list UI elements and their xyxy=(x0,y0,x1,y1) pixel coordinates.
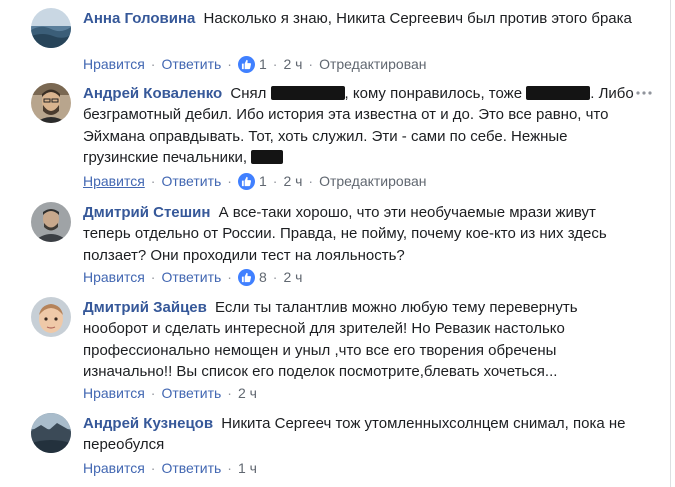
comment-text: , кому понравилось, тоже xyxy=(344,85,523,102)
separator: · xyxy=(272,269,278,285)
comment-body: Дмитрий Стешин А все-таки хорошо, что эт… xyxy=(83,202,643,266)
separator: · xyxy=(227,385,232,401)
like-button[interactable]: Нравится xyxy=(83,460,145,476)
comment-actions: Нравится · Ответить · 1 · 2 ч · Отредактирован xyxy=(83,172,427,190)
separator: · xyxy=(150,385,156,401)
thumbs-up-icon[interactable] xyxy=(237,56,255,73)
like-button[interactable]: Нравится xyxy=(83,173,145,189)
avatar[interactable] xyxy=(31,8,71,48)
separator: · xyxy=(227,173,232,189)
comment-body: Дмитрий Зайцев Если ты талантлив можно л… xyxy=(83,297,643,382)
avatar-image xyxy=(31,83,71,123)
separator: · xyxy=(308,173,314,189)
timestamp[interactable]: 2 ч xyxy=(283,173,302,189)
reply-button[interactable]: Ответить xyxy=(161,269,221,285)
comment-actions: Нравится · Ответить · 2 ч xyxy=(83,384,257,402)
separator: · xyxy=(150,460,156,476)
comment-actions: Нравится · Ответить · 8 · 2 ч xyxy=(83,268,302,286)
like-button[interactable]: Нравится xyxy=(83,385,145,401)
reply-button[interactable]: Ответить xyxy=(161,460,221,476)
avatar[interactable] xyxy=(31,202,71,242)
separator: · xyxy=(150,269,156,285)
comment-actions: Нравится · Ответить · 1 · 2 ч · Отредактирован xyxy=(83,55,427,73)
like-count[interactable]: 1 xyxy=(259,173,267,189)
edited-label[interactable]: Отредактирован xyxy=(319,173,426,189)
timestamp[interactable]: 1 ч xyxy=(238,460,257,476)
avatar[interactable] xyxy=(31,413,71,453)
avatar-image xyxy=(31,202,71,242)
comment-text: Насколько я знаю, Никита Сергеевич был п… xyxy=(203,10,632,27)
separator: · xyxy=(308,56,314,72)
redaction-mark xyxy=(526,86,591,100)
redaction-mark xyxy=(270,86,345,100)
separator: · xyxy=(150,173,156,189)
avatar[interactable] xyxy=(31,297,71,337)
separator: · xyxy=(272,56,278,72)
edited-label[interactable]: Отредактирован xyxy=(319,56,426,72)
comments-panel: Анна Головина Насколько я знаю, Никита С… xyxy=(0,0,671,487)
reply-button[interactable]: Ответить xyxy=(161,173,221,189)
avatar-image xyxy=(31,8,71,48)
reply-button[interactable]: Ответить xyxy=(161,385,221,401)
like-button[interactable]: Нравится xyxy=(83,269,145,285)
like-count[interactable]: 8 xyxy=(259,269,267,285)
comment-author[interactable]: Андрей Кузнецов xyxy=(83,415,213,432)
timestamp[interactable]: 2 ч xyxy=(283,56,302,72)
comment-actions: Нравится · Ответить · 1 ч xyxy=(83,459,257,477)
separator: · xyxy=(227,56,232,72)
avatar[interactable] xyxy=(31,83,71,123)
separator: · xyxy=(150,56,156,72)
reply-button[interactable]: Ответить xyxy=(161,56,221,72)
avatar-image xyxy=(31,413,71,453)
timestamp[interactable]: 2 ч xyxy=(238,385,257,401)
comment-author[interactable]: Анна Головина xyxy=(83,10,195,27)
separator: · xyxy=(227,460,232,476)
redaction-mark xyxy=(251,149,284,164)
like-count[interactable]: 1 xyxy=(259,56,267,72)
more-dots-icon[interactable] xyxy=(636,91,652,95)
separator: · xyxy=(227,269,232,285)
comment-body: Андрей Кузнецов Никита Сергееч тож утомл… xyxy=(83,413,643,456)
comment-body: Андрей Коваленко Снял , кому понравилось… xyxy=(83,83,643,168)
comment-text: Снял xyxy=(230,85,267,102)
thumbs-up-icon[interactable] xyxy=(237,269,255,286)
separator: · xyxy=(272,173,278,189)
like-button[interactable]: Нравится xyxy=(83,56,145,72)
comment-body: Анна Головина Насколько я знаю, Никита С… xyxy=(83,8,643,29)
comment-author[interactable]: Дмитрий Стешин xyxy=(83,204,210,221)
avatar-image xyxy=(31,297,71,337)
comment-author[interactable]: Андрей Коваленко xyxy=(83,85,222,102)
comment-author[interactable]: Дмитрий Зайцев xyxy=(83,299,207,316)
timestamp[interactable]: 2 ч xyxy=(283,269,302,285)
thumbs-up-icon[interactable] xyxy=(237,173,255,190)
